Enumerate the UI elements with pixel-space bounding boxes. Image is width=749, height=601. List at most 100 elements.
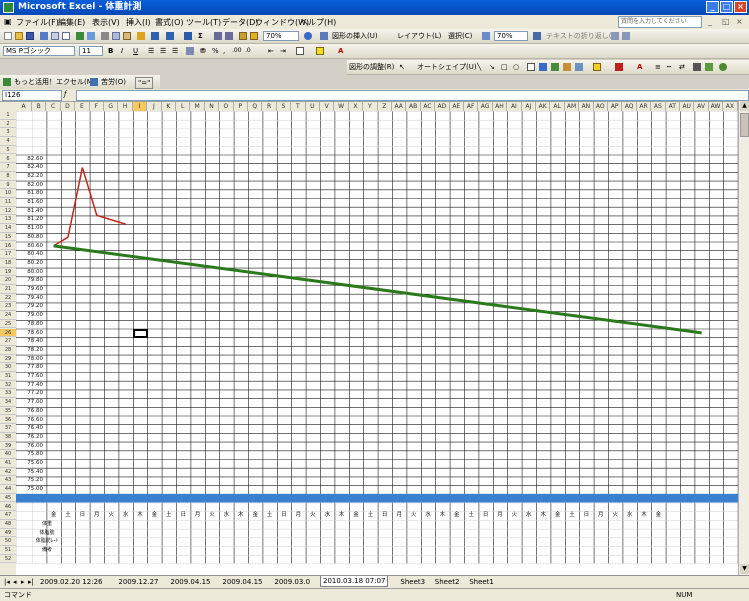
column-header-P[interactable]: P <box>234 102 248 111</box>
research-icon[interactable] <box>87 32 95 40</box>
fill-color-icon[interactable] <box>316 47 324 55</box>
format-painter-icon[interactable] <box>137 32 145 40</box>
column-header-AP[interactable]: AP <box>608 102 623 111</box>
row-header-32[interactable]: 32 <box>0 381 16 390</box>
sheet-tab[interactable]: Sheet3 <box>398 577 427 587</box>
column-header-AH[interactable]: AH <box>493 102 508 111</box>
autoformat-icon[interactable] <box>533 32 541 40</box>
vertical-scrollbar[interactable]: ▲ ▼ <box>738 101 749 575</box>
column-header-AN[interactable]: AN <box>579 102 594 111</box>
column-header-V[interactable]: V <box>320 102 335 111</box>
permission-icon[interactable] <box>40 32 48 40</box>
sheet-tab[interactable]: 2010.03.18 07:07 <box>320 576 389 587</box>
arrow-style-icon[interactable]: ⇄ <box>679 62 685 72</box>
decrease-decimal-icon[interactable]: .0 <box>245 46 251 56</box>
menu-data[interactable]: データ(D) <box>222 17 258 28</box>
row-header-39[interactable]: 39 <box>0 442 16 451</box>
row-header-16[interactable]: 16 <box>0 242 16 251</box>
save-icon[interactable] <box>26 32 34 40</box>
style-icon[interactable] <box>611 32 619 40</box>
row-header-28[interactable]: 28 <box>0 346 16 355</box>
column-header-AE[interactable]: AE <box>450 102 464 111</box>
column-header-AM[interactable]: AM <box>565 102 580 111</box>
column-header-M[interactable]: M <box>190 102 205 111</box>
column-header-AF[interactable]: AF <box>464 102 479 111</box>
select-button[interactable]: 選択(C) <box>448 31 472 41</box>
row-header-7[interactable]: 7 <box>0 163 16 172</box>
chart-wizard-icon[interactable] <box>239 32 247 40</box>
row-header-47[interactable]: 47 <box>0 511 16 520</box>
print-preview-icon[interactable] <box>62 32 70 40</box>
diagram2-icon[interactable] <box>551 63 559 71</box>
row-header-33[interactable]: 33 <box>0 389 16 399</box>
clipart-icon[interactable] <box>563 63 571 71</box>
paste-icon[interactable] <box>123 32 131 40</box>
row-header-15[interactable]: 15 <box>0 233 16 242</box>
row-header-43[interactable]: 43 <box>0 476 16 486</box>
copy-icon[interactable] <box>112 32 120 40</box>
row-header-19[interactable]: 19 <box>0 268 16 277</box>
column-header-Y[interactable]: Y <box>363 102 378 111</box>
increase-decimal-icon[interactable]: .00 <box>232 46 242 56</box>
3d-icon[interactable] <box>705 63 713 71</box>
row-header-22[interactable]: 22 <box>0 294 16 303</box>
tab-last-icon[interactable]: ▸| <box>26 577 36 587</box>
sheet-tab[interactable]: 2009.03.0 <box>272 577 312 587</box>
arrow-icon[interactable]: ↘ <box>489 62 495 72</box>
print-icon[interactable] <box>51 32 59 40</box>
help-search-input[interactable]: 質問を入力してください <box>618 16 702 28</box>
column-header-AL[interactable]: AL <box>550 102 565 111</box>
row-header-34[interactable]: 34 <box>0 398 16 407</box>
sheet-tab[interactable]: 2009.12.27 <box>116 577 160 587</box>
column-header-U[interactable]: U <box>306 102 320 111</box>
column-header-AX[interactable]: AX <box>723 102 738 111</box>
row-header-52[interactable]: 52 <box>0 555 16 564</box>
row-header-10[interactable]: 10 <box>0 189 16 198</box>
picture-icon[interactable] <box>575 63 583 71</box>
doc-restore-icon[interactable]: ◱ <box>722 17 730 26</box>
row-header-6[interactable]: 6 <box>0 155 16 164</box>
column-header-D[interactable]: D <box>61 102 76 111</box>
row-header-50[interactable]: 50 <box>0 537 16 546</box>
currency-icon[interactable]: ⛃ <box>200 46 206 56</box>
column-header-T[interactable]: T <box>291 102 306 111</box>
row-header-26[interactable]: 26 <box>0 328 16 338</box>
column-header-H[interactable]: H <box>118 102 133 111</box>
pointer-icon[interactable]: ↖ <box>399 62 405 72</box>
row-header-37[interactable]: 37 <box>0 424 16 433</box>
decrease-indent-icon[interactable]: ⇤ <box>268 46 274 56</box>
row-header-49[interactable]: 49 <box>0 529 16 538</box>
row-header-20[interactable]: 20 <box>0 276 16 285</box>
maximize-button[interactable]: □ <box>720 1 733 13</box>
merge-center-icon[interactable] <box>186 47 194 55</box>
row-header-2[interactable]: 2 <box>0 120 16 129</box>
row-header-29[interactable]: 29 <box>0 355 16 364</box>
entry-button[interactable]: 苦労(O) <box>101 77 126 87</box>
column-header-AR[interactable]: AR <box>637 102 652 111</box>
open-icon[interactable] <box>15 32 23 40</box>
wordart-icon[interactable] <box>539 63 547 71</box>
scroll-up-icon[interactable]: ▲ <box>740 101 749 111</box>
sheet-tab[interactable]: Sheet1 <box>467 577 496 587</box>
row-header-4[interactable]: 4 <box>0 137 16 146</box>
selected-cell[interactable] <box>132 328 149 339</box>
column-header-G[interactable]: G <box>104 102 119 111</box>
column-header-Z[interactable]: Z <box>378 102 392 111</box>
row-header-23[interactable]: 23 <box>0 302 16 312</box>
menu-file[interactable]: ファイル(F) <box>16 17 59 28</box>
new-icon[interactable] <box>4 32 12 40</box>
sheet-tab[interactable]: 2009.04.15 <box>168 577 212 587</box>
italic-icon[interactable]: I <box>121 46 123 56</box>
doc-close-icon[interactable]: × <box>736 17 743 26</box>
column-header-C[interactable]: C <box>46 102 61 111</box>
diagram-icon[interactable] <box>320 32 328 40</box>
row-header-36[interactable]: 36 <box>0 416 16 425</box>
text-wrap-button[interactable]: テキストの折り返し(X) <box>546 31 619 41</box>
row-header-30[interactable]: 30 <box>0 363 16 372</box>
layout-button[interactable]: レイアウト(L) <box>397 31 441 41</box>
row-header-42[interactable]: 42 <box>0 468 16 477</box>
help-icon[interactable] <box>304 32 312 40</box>
undo-icon[interactable] <box>151 32 159 40</box>
column-header-B[interactable]: B <box>32 102 47 111</box>
column-header-J[interactable]: J <box>147 102 162 111</box>
